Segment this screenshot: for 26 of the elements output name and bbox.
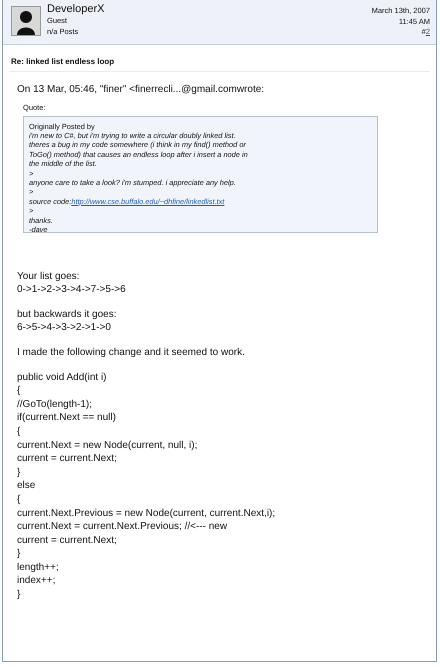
post-text: { xyxy=(17,492,22,506)
avatar-icon xyxy=(11,6,41,36)
post-text: 0->1->2->3->4->7->5->6 xyxy=(17,283,127,297)
post-text: { xyxy=(17,424,22,439)
post-text: } xyxy=(17,466,22,480)
post-title: Re: linked list endless loop xyxy=(9,45,430,72)
post-text: Your list goes: xyxy=(17,270,80,284)
post-text: length++; xyxy=(17,560,60,574)
post-text: current = current.Next; xyxy=(17,534,118,548)
post-text: public void Add(int i) xyxy=(17,370,108,384)
post-text: } xyxy=(17,547,22,561)
post-text: current.Next = new Node(current, null, i); xyxy=(17,438,198,452)
username-link[interactable]: DeveloperX xyxy=(47,3,104,15)
post-text: } xyxy=(17,588,22,602)
post-text: current.Next.Previous = new Node(current, current.Next,i); xyxy=(17,506,276,520)
post-text: index++; xyxy=(17,574,56,588)
post-text: 6->5->4->3->2->1->0 xyxy=(17,321,112,335)
post-text: current = current.Next; xyxy=(17,452,118,466)
post-text: else xyxy=(17,479,36,493)
quote-intro: On 13 Mar, 05:46, "finer" <finerrecli...@gmail.comwrote: xyxy=(17,83,266,97)
post-text: current.Next = current.Next.Previous; //<--- new xyxy=(17,520,228,534)
post-text: but backwards it goes: xyxy=(17,308,118,322)
post-text: { xyxy=(17,384,22,398)
post-text: //GoTo(length-1); xyxy=(17,398,94,412)
post-text: if(current.Next == null) xyxy=(17,411,117,425)
post-text: I made the following change and it seemed to work. xyxy=(17,346,246,360)
